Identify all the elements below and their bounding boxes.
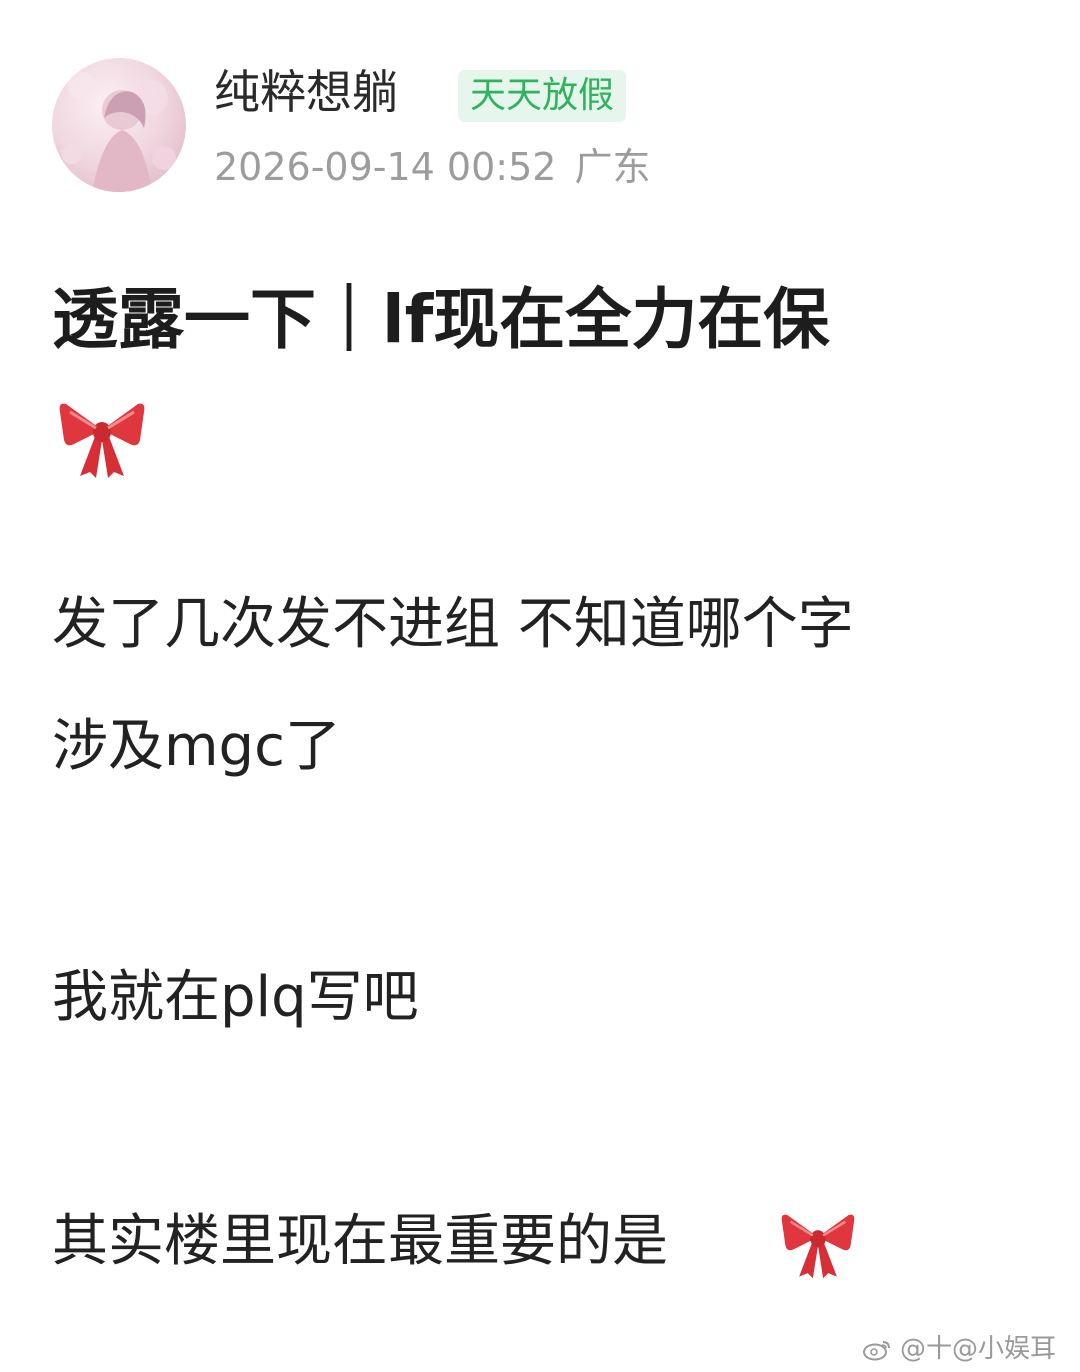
avatar[interactable] xyxy=(52,58,186,192)
author-badge: 天天放假 xyxy=(458,70,627,122)
weibo-icon xyxy=(862,1341,890,1361)
post-body-line-1: 发了几次发不进组 不知道哪个字 xyxy=(52,592,854,657)
watermark-text: @十@小娱耳 xyxy=(899,1334,1056,1364)
post-title: 透露一下｜lf现在全力在保 xyxy=(52,281,830,358)
ribbon-bow-inline-icon xyxy=(781,1214,855,1279)
post-body-line-2: 涉及mgc了 xyxy=(52,714,341,779)
post-body-line-4: 其实楼里现在最重要的是 xyxy=(52,1209,668,1274)
post-meta: 2026-09-14 00:52 广东 xyxy=(214,140,650,194)
watermark: @十@小娱耳 xyxy=(862,1334,1056,1364)
avatar-image xyxy=(62,72,176,192)
ribbon-bow-icon xyxy=(59,403,145,478)
post-body-line-3: 我就在plq写吧 xyxy=(52,965,419,1030)
post-timestamp: 2026-09-14 00:52 xyxy=(214,145,557,189)
post-location: 广东 xyxy=(574,145,651,189)
author-name[interactable]: 纯粹想躺 xyxy=(214,62,398,122)
